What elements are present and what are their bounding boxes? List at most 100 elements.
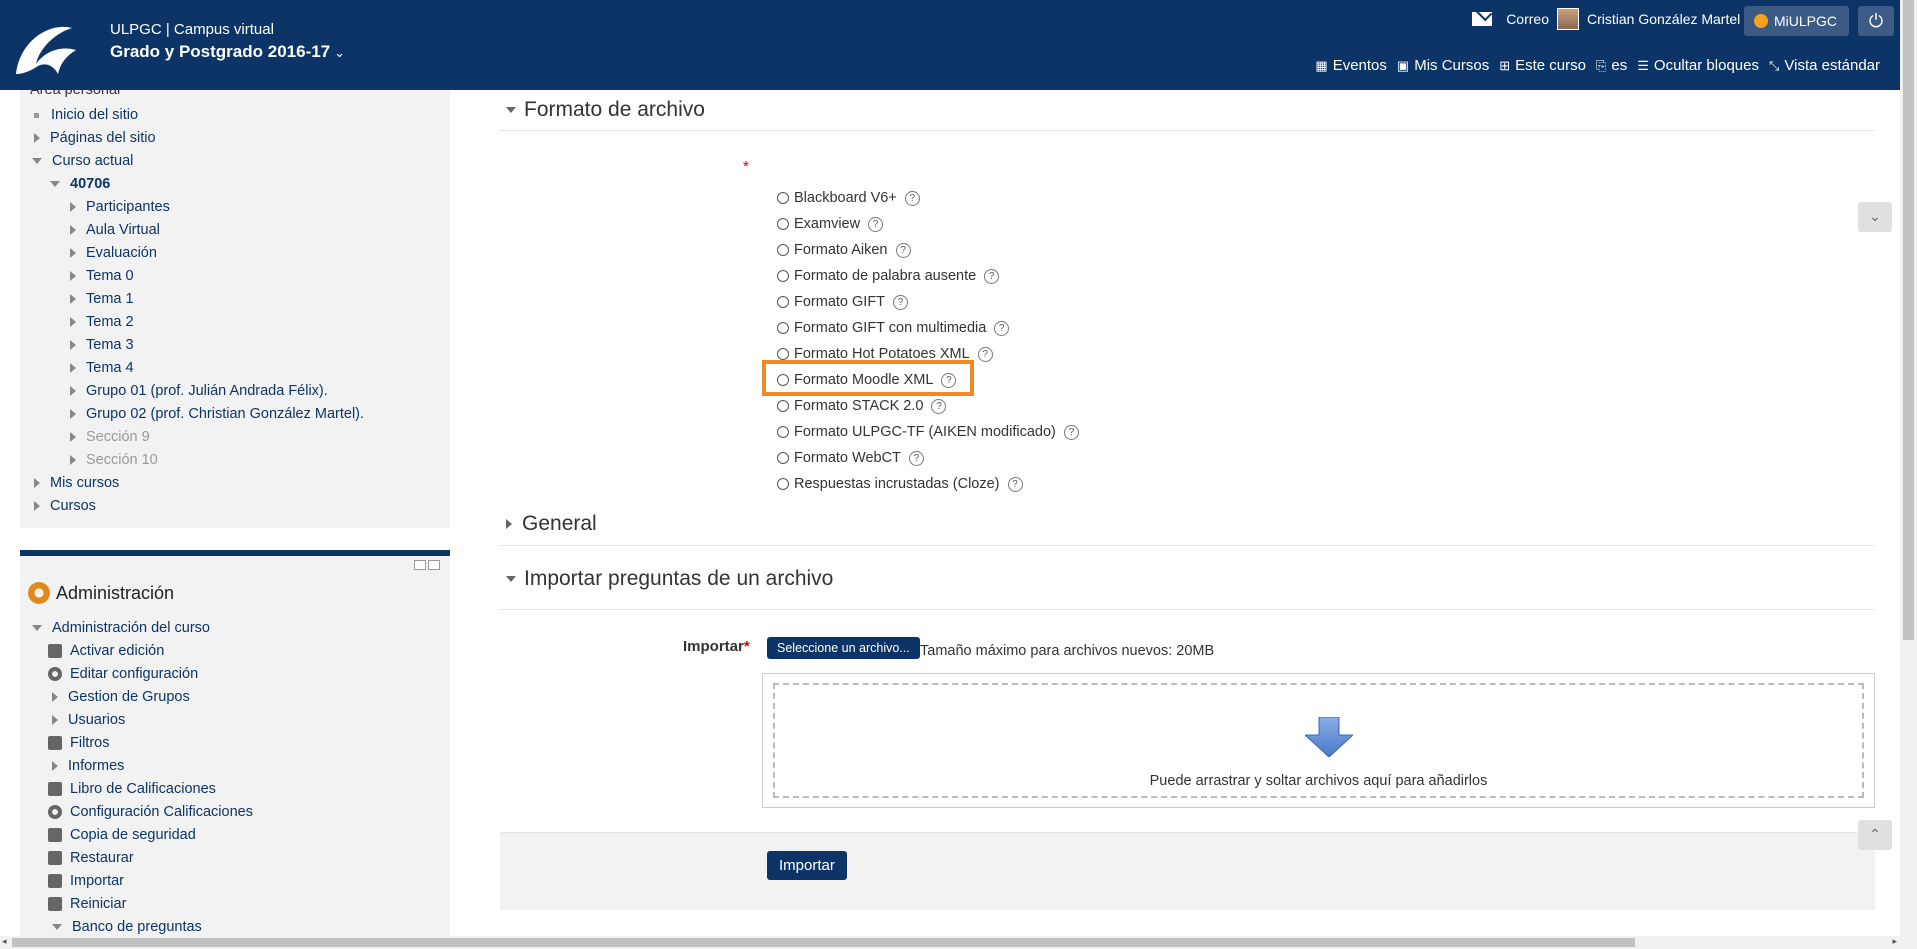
radio-examview[interactable]: Examview?	[777, 216, 884, 232]
nav-item-evaluacion[interactable]: Evaluación	[70, 245, 157, 261]
help-icon[interactable]: ?	[868, 216, 884, 232]
nav-item-paginas[interactable]: Páginas del sitio	[34, 130, 156, 146]
form-buttons-area: Importar	[500, 832, 1875, 910]
dock-block-icon[interactable]	[428, 560, 440, 570]
nav-item-tema-1[interactable]: Tema 1	[70, 291, 134, 307]
nav-item-tema-2[interactable]: Tema 2	[70, 314, 134, 330]
help-icon[interactable]: ?	[977, 346, 993, 362]
nav-item-grupo-02[interactable]: Grupo 02 (prof. Christian González Marte…	[70, 406, 364, 422]
section-general[interactable]: General	[506, 512, 597, 536]
nav-hide-blocks[interactable]: ☰ Ocultar bloques	[1637, 57, 1759, 74]
help-icon[interactable]: ?	[994, 320, 1010, 336]
nav-item-course-40706[interactable]: 40706	[50, 176, 110, 192]
nav-standard-view[interactable]: ⤡ Vista estándar	[1769, 57, 1880, 74]
radio-button[interactable]	[777, 426, 789, 438]
nav-mis-cursos[interactable]: ▣ Mis Cursos	[1397, 57, 1489, 74]
radio-palabra-ausente[interactable]: Formato de palabra ausente?	[777, 268, 1000, 284]
radio-button[interactable]	[777, 244, 789, 256]
nav-language[interactable]: ⎘ es	[1596, 57, 1627, 74]
admin-item-course-admin[interactable]: Administración del curso	[32, 620, 210, 636]
admin-item-importar[interactable]: Importar	[48, 873, 124, 889]
scrollbar-thumb[interactable]	[12, 938, 1635, 947]
nav-item-tema-3[interactable]: Tema 3	[70, 337, 134, 353]
help-icon[interactable]: ?	[893, 294, 909, 310]
help-icon[interactable]: ?	[1007, 476, 1023, 492]
admin-item-calificaciones[interactable]: Libro de Calificaciones	[48, 781, 216, 797]
help-icon[interactable]: ?	[931, 398, 947, 414]
collapse-all-chevron-down-icon[interactable]: ⌄	[1858, 202, 1892, 232]
radio-button[interactable]	[777, 478, 789, 490]
section-importar[interactable]: Importar preguntas de un archivo	[506, 567, 833, 591]
nav-este-curso[interactable]: ⊞ Este curso	[1499, 57, 1586, 74]
nav-eventos[interactable]: ▦ Eventos	[1315, 57, 1387, 74]
radio-button[interactable]	[777, 270, 789, 282]
radio-button[interactable]	[777, 400, 789, 412]
help-icon[interactable]: ?	[908, 450, 924, 466]
help-icon[interactable]: ?	[1063, 424, 1079, 440]
logout-power-icon[interactable]: ⏻	[1858, 6, 1894, 36]
scroll-top-chevron-up-icon[interactable]: ⌃	[1858, 820, 1892, 850]
nav-item-aula-virtual[interactable]: Aula Virtual	[70, 222, 160, 238]
nav-item-participantes[interactable]: Participantes	[70, 199, 170, 215]
admin-item-grupos[interactable]: Gestion de Grupos	[52, 689, 190, 705]
radio-gift-multimedia[interactable]: Formato GIFT con multimedia?	[777, 320, 1010, 336]
vertical-scrollbar[interactable]	[1900, 0, 1917, 936]
radio-webct[interactable]: Formato WebCT?	[777, 450, 924, 466]
nav-item-seccion-10[interactable]: Sección 10	[70, 452, 158, 468]
miulpgc-button[interactable]: MiULPGC	[1743, 6, 1849, 36]
admin-item-config-calificaciones[interactable]: Configuración Calificaciones	[48, 804, 253, 820]
help-icon[interactable]: ?	[895, 242, 911, 258]
user-name-menu[interactable]: Cristian González Martel	[1587, 11, 1740, 27]
radio-gift[interactable]: Formato GIFT?	[777, 294, 909, 310]
admin-item-filtros[interactable]: Filtros	[48, 735, 109, 751]
radio-button[interactable]	[777, 296, 789, 308]
site-title-menu[interactable]: Grado y Postgrado 2016-17 ⌄	[110, 42, 345, 62]
radio-button[interactable]	[777, 322, 789, 334]
admin-item-usuarios[interactable]: Usuarios	[52, 712, 125, 728]
radio-button[interactable]	[777, 192, 789, 204]
nav-label: Tema 0	[86, 268, 134, 284]
nav-item-grupo-01[interactable]: Grupo 01 (prof. Julián Andrada Félix).	[70, 383, 328, 399]
help-icon[interactable]: ?	[904, 190, 920, 206]
radio-cloze[interactable]: Respuestas incrustadas (Cloze)?	[777, 476, 1023, 492]
radio-button[interactable]	[777, 452, 789, 464]
admin-item-activar-edicion[interactable]: Activar edición	[48, 643, 164, 659]
radio-button[interactable]	[777, 348, 789, 360]
avatar[interactable]	[1556, 8, 1579, 30]
admin-item-reiniciar[interactable]: Reiniciar	[48, 896, 126, 912]
admin-label: Gestion de Grupos	[68, 689, 190, 705]
admin-item-editar-config[interactable]: Editar configuración	[48, 666, 198, 682]
nav-item-mis-cursos[interactable]: Mis cursos	[34, 475, 119, 491]
minimize-block-icon[interactable]	[414, 560, 426, 570]
mail-link[interactable]: Correo	[1506, 11, 1549, 27]
nav-item-curso-actual[interactable]: Curso actual	[32, 153, 133, 169]
radio-aiken[interactable]: Formato Aiken?	[777, 242, 911, 258]
admin-label: Importar	[70, 873, 124, 889]
import-submit-button[interactable]: Importar	[767, 851, 847, 880]
radio-ulpgc-tf[interactable]: Formato ULPGC-TF (AIKEN modificado)?	[777, 424, 1079, 440]
admin-item-restaurar[interactable]: Restaurar	[48, 850, 134, 866]
nav-item-cursos[interactable]: Cursos	[34, 498, 96, 514]
nav-label: Tema 2	[86, 314, 134, 330]
admin-item-banco-preguntas[interactable]: Banco de preguntas	[52, 919, 202, 935]
nav-item-seccion-9[interactable]: Sección 9	[70, 429, 150, 445]
help-icon[interactable]: ?	[984, 268, 1000, 284]
scrollbar-thumb[interactable]	[1903, 0, 1914, 640]
scroll-right-icon[interactable]: ▸	[1892, 936, 1897, 947]
file-dropzone[interactable]: Puede arrastrar y soltar archivos aquí p…	[762, 673, 1875, 808]
choose-file-button[interactable]: Seleccione un archivo...	[767, 637, 920, 659]
section-formato-archivo[interactable]: Formato de archivo	[506, 98, 705, 122]
ulpgc-logo-icon[interactable]	[10, 20, 82, 78]
scroll-left-icon[interactable]: ◂	[2, 936, 7, 947]
admin-item-informes[interactable]: Informes	[52, 758, 124, 774]
nav-area-personal[interactable]: Área personal	[30, 90, 120, 98]
radio-blackboard[interactable]: Blackboard V6+?	[777, 190, 920, 206]
horizontal-scrollbar[interactable]: ◂ ▸	[0, 936, 1917, 949]
radio-stack[interactable]: Formato STACK 2.0?	[777, 398, 947, 414]
admin-item-copia-seguridad[interactable]: Copia de seguridad	[48, 827, 196, 843]
nav-label: Mis Cursos	[1414, 57, 1490, 74]
radio-button[interactable]	[777, 218, 789, 230]
nav-item-tema-0[interactable]: Tema 0	[70, 268, 134, 284]
nav-item-inicio[interactable]: Inicio del sitio	[34, 107, 138, 123]
nav-item-tema-4[interactable]: Tema 4	[70, 360, 134, 376]
